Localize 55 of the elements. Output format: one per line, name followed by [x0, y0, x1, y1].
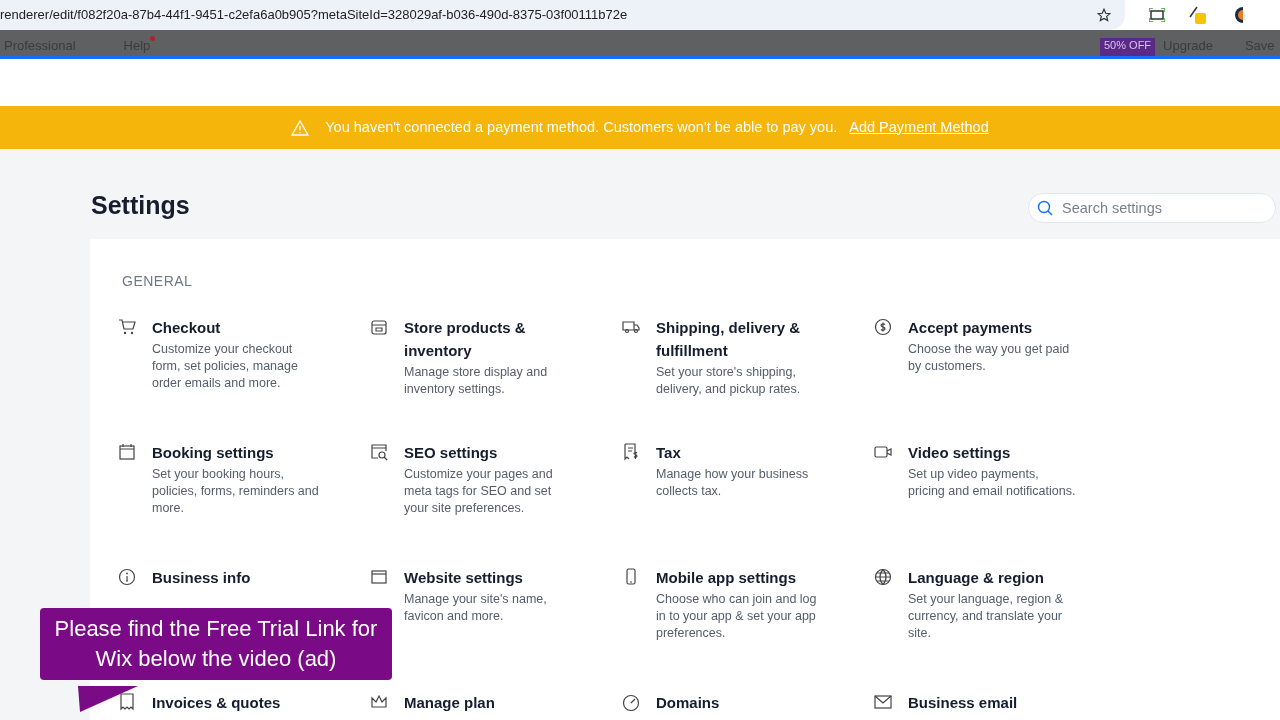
setting-title[interactable]: Accept payments	[908, 316, 1033, 339]
setting-title[interactable]: Video settings	[908, 441, 1011, 464]
discount-badge: 50% OFF	[1100, 38, 1156, 56]
browser-window-icon	[370, 568, 388, 586]
setting-title[interactable]: Store products & inventory	[404, 316, 594, 362]
truck-icon	[622, 318, 640, 336]
setting-title[interactable]: Mobile app settings	[656, 566, 796, 589]
section-heading: GENERAL	[122, 272, 194, 291]
setting-title[interactable]: Shipping, delivery & fulfillment	[656, 316, 846, 362]
screenshot-icon[interactable]	[1149, 8, 1165, 22]
setting-description: Set your store's shipping, delivery, and pickup rates.	[656, 364, 802, 398]
search-icon	[1037, 200, 1053, 216]
setting-title[interactable]: Manage plan	[404, 691, 495, 714]
setting-description: Customize your pages and meta tags for SEO and set your site preferences.	[404, 466, 554, 517]
warning-message: You haven't connected a payment method. Customers won't be able to pay you.	[325, 117, 838, 137]
search-field[interactable]: Search settings	[1028, 193, 1276, 223]
setting-title[interactable]: Booking settings	[152, 441, 274, 464]
setting-description: Manage store display and inventory settings.	[404, 364, 549, 398]
extension-icon[interactable]	[1189, 5, 1207, 25]
setting-title[interactable]: Business info	[152, 566, 251, 589]
page-search-icon	[370, 443, 388, 461]
setting-title[interactable]: Language & region	[908, 566, 1044, 589]
video-camera-icon	[874, 443, 892, 461]
star-icon[interactable]	[1097, 8, 1111, 22]
gauge-icon	[622, 693, 640, 711]
globe-icon	[874, 568, 892, 586]
store-icon	[370, 318, 388, 336]
envelope-icon	[874, 693, 892, 711]
setting-description: Set your booking hours, policies, forms, reminders and more.	[152, 466, 320, 517]
calendar-icon	[118, 443, 136, 461]
setting-title[interactable]: Business email	[908, 691, 1018, 714]
callout-tail	[78, 686, 138, 712]
setting-description: Manage how your business collects tax.	[656, 466, 810, 500]
receipt-icon	[118, 693, 136, 711]
info-icon	[118, 568, 136, 586]
promo-callout: Please find the Free Trial Link for Wix below the video (ad)	[40, 608, 392, 680]
setting-title[interactable]: Checkout	[152, 316, 221, 339]
setting-title[interactable]: Tax	[656, 441, 681, 464]
setting-title[interactable]: SEO settings	[404, 441, 498, 464]
setting-description: Choose who can join and log in to your app & set your app preferences.	[656, 591, 818, 642]
setting-description: Choose the way you get paid by customers.	[908, 341, 1071, 375]
receipt-icon	[622, 443, 640, 461]
setting-description: Customize your checkout form, set policies, manage order emails and more.	[152, 341, 299, 392]
setting-title[interactable]: Domains	[656, 691, 720, 714]
setting-title[interactable]: Invoices & quotes	[152, 691, 281, 714]
warning-icon	[291, 119, 310, 136]
setting-description: Manage your site's name, favicon and more.	[404, 591, 548, 625]
setting-description: Set up video payments, pricing and email notifications.	[908, 466, 1076, 500]
page-title: Settings	[91, 190, 190, 222]
crown-icon	[370, 693, 388, 711]
dollar-icon	[874, 318, 892, 336]
setting-title[interactable]: Website settings	[404, 566, 523, 589]
setting-description: Set your language, region & currency, and translate your site.	[908, 591, 1064, 642]
cart-icon	[118, 318, 136, 336]
notification-dot	[150, 36, 156, 41]
